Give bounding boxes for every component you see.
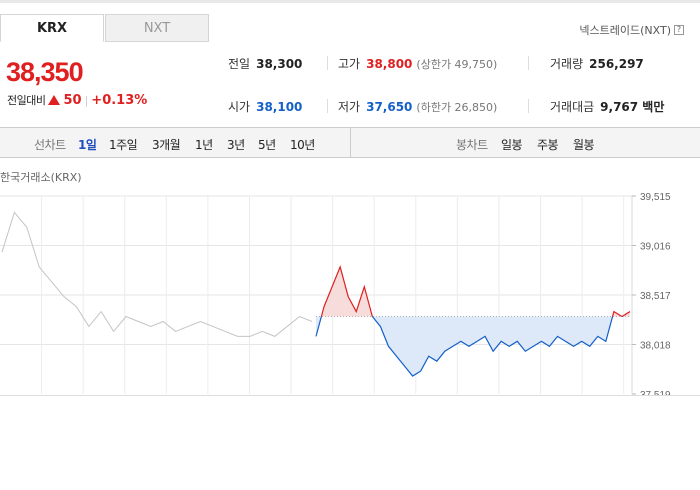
tab-nxt[interactable]: NXT [105,14,209,42]
stat-divider [327,99,328,113]
chart-grid [0,195,633,394]
candle-weekly[interactable]: 주봉 [537,136,559,153]
change-separator: | [84,93,89,107]
change-value: 50 [63,92,82,108]
candle-monthly[interactable]: 월봉 [573,136,595,153]
period-1y[interactable]: 1년 [195,136,213,153]
stat-open: 시가 38,100 [228,100,303,114]
period-1w[interactable]: 1주일 [109,136,138,153]
price-change: 전일대비 50 | +0.13% [7,92,147,108]
previous-day-line [1,211,313,337]
stat-prev-close: 전일 38,300 [228,57,303,71]
stat-amount: 거래대금 9,767 백만 [550,100,665,114]
period-10y[interactable]: 10년 [290,136,315,153]
period-1d[interactable]: 1일 [78,136,97,153]
y-tick-label: 39,515 [640,192,671,203]
price-chart[interactable]: 39,51539,01638,51738,01837,519 [0,180,700,395]
y-tick-label: 39,016 [640,242,671,253]
candle-chart-label: 봉차트 [456,138,488,152]
change-percent: +0.13% [91,92,148,108]
tab-krx[interactable]: KRX [0,14,104,42]
up-triangle-icon [48,95,61,105]
chart-toolbar: 선차트 1일 1주일 3개월 1년 3년 5년 10년 봉차트 일봉 주봉 월봉 [0,127,700,158]
stat-volume: 거래량 256,297 [550,57,644,71]
stat-low: 저가 37,650 (하한가 26,850) [338,100,498,114]
nxt-link-label: 넥스트레이드(NXT) [579,24,671,37]
chart-series [1,211,631,377]
current-price: 38,350 [6,57,84,87]
y-tick-label: 38,018 [640,341,671,352]
nxt-info-link[interactable]: 넥스트레이드(NXT) ? [579,22,684,38]
stat-high: 고가 38,800 (상한가 49,750) [338,57,498,71]
stat-divider [528,99,529,113]
period-5y[interactable]: 5년 [258,136,276,153]
toolbar-divider [350,128,351,157]
chart-bottom-border [0,395,700,396]
period-3m[interactable]: 3개월 [152,136,181,153]
help-icon[interactable]: ? [674,25,684,35]
period-3y[interactable]: 3년 [227,136,245,153]
top-border [0,0,700,3]
candle-daily[interactable]: 일봉 [501,136,523,153]
y-axis-ticks: 39,51539,01638,51738,01837,519 [632,192,671,395]
change-label: 전일대비 [7,94,46,107]
y-tick-label: 38,517 [640,291,671,302]
line-chart-label: 선차트 [34,138,66,152]
market-tabs: KRX NXT [0,14,209,42]
stat-divider [528,56,529,70]
below-close-fill [316,316,613,377]
stat-divider [327,56,328,70]
price-stats: 전일 38,300 고가 38,800 (상한가 49,750) 거래량 256,297… [228,50,700,120]
